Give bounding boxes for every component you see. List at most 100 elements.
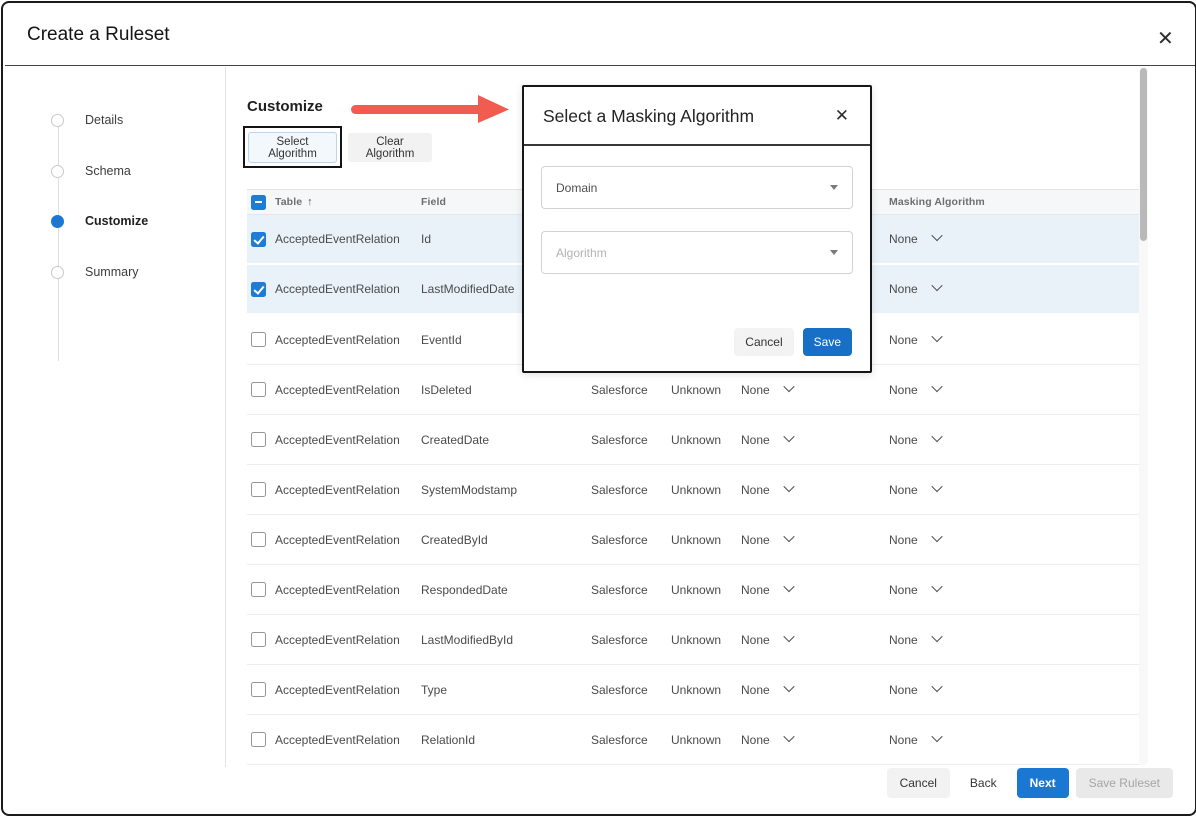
close-icon[interactable]: ✕ xyxy=(1157,29,1174,49)
cell-source: Salesforce xyxy=(591,415,648,464)
select-all-checkbox-indeterminate[interactable] xyxy=(251,195,266,210)
masking-value: None xyxy=(889,583,918,597)
masking-algorithm-dropdown[interactable]: None xyxy=(889,565,941,614)
table-row[interactable]: AcceptedEventRelation LastModifiedById S… xyxy=(247,615,1140,665)
back-button[interactable]: Back xyxy=(957,768,1010,798)
cell-field: CreatedDate xyxy=(421,415,489,464)
select-algorithm-button[interactable]: Select Algorithm xyxy=(248,132,337,163)
row-checkbox-cell[interactable] xyxy=(251,565,266,614)
step-details[interactable]: Details xyxy=(51,113,123,127)
column-header-table[interactable]: Table ↑ xyxy=(275,190,313,214)
domain-dropdown[interactable]: None xyxy=(741,465,793,514)
masking-value: None xyxy=(889,383,918,397)
domain-dropdown[interactable]: None xyxy=(741,665,793,714)
step-customize[interactable]: Customize xyxy=(51,214,148,228)
table-row[interactable]: AcceptedEventRelation CreatedById Salesf… xyxy=(247,515,1140,565)
modal-save-button[interactable]: Save xyxy=(803,328,852,356)
table-row[interactable]: AcceptedEventRelation RespondedDate Sale… xyxy=(247,565,1140,615)
cell-field: SystemModstamp xyxy=(421,465,517,514)
row-checkbox-cell[interactable] xyxy=(251,615,266,664)
row-checkbox[interactable] xyxy=(251,682,266,697)
row-checkbox[interactable] xyxy=(251,232,266,247)
domain-dropdown[interactable]: None xyxy=(741,565,793,614)
masking-algorithm-dropdown[interactable]: None xyxy=(889,715,941,764)
cell-field: IsDeleted xyxy=(421,365,472,414)
chevron-down-icon xyxy=(931,330,942,341)
table-row[interactable]: AcceptedEventRelation Type Salesforce Un… xyxy=(247,665,1140,715)
masking-algorithm-dropdown[interactable]: None xyxy=(889,365,941,414)
masking-algorithm-dropdown[interactable]: None xyxy=(889,265,941,313)
table-row[interactable]: AcceptedEventRelation CreatedDate Salesf… xyxy=(247,415,1140,465)
algorithm-select[interactable]: Algorithm xyxy=(541,231,853,274)
row-checkbox[interactable] xyxy=(251,632,266,647)
cell-field: LastModifiedById xyxy=(421,615,513,664)
sidebar-divider xyxy=(225,67,226,767)
row-checkbox[interactable] xyxy=(251,532,266,547)
cell-field: LastModifiedDate xyxy=(421,265,514,313)
row-checkbox-cell[interactable] xyxy=(251,315,266,364)
row-checkbox-cell[interactable] xyxy=(251,715,266,764)
algorithm-select-placeholder: Algorithm xyxy=(556,246,607,260)
select-all-cell[interactable] xyxy=(251,190,266,214)
row-checkbox[interactable] xyxy=(251,732,266,747)
row-checkbox-cell[interactable] xyxy=(251,415,266,464)
masking-algorithm-dropdown[interactable]: None xyxy=(889,665,941,714)
modal-cancel-button[interactable]: Cancel xyxy=(734,328,793,356)
clear-algorithm-button[interactable]: Clear Algorithm xyxy=(348,133,432,162)
masking-algorithm-dropdown[interactable]: None xyxy=(889,515,941,564)
row-checkbox-cell[interactable] xyxy=(251,365,266,414)
sort-asc-icon: ↑ xyxy=(307,196,313,208)
masking-algorithm-dropdown[interactable]: None xyxy=(889,615,941,664)
row-checkbox[interactable] xyxy=(251,432,266,447)
domain-dropdown[interactable]: None xyxy=(741,515,793,564)
cell-source: Salesforce xyxy=(591,665,648,714)
row-checkbox[interactable] xyxy=(251,482,266,497)
annotation-arrow-icon xyxy=(349,95,511,123)
domain-dropdown[interactable]: None xyxy=(741,615,793,664)
chevron-down-icon xyxy=(931,530,942,541)
row-checkbox[interactable] xyxy=(251,582,266,597)
domain-value: None xyxy=(741,433,770,447)
domain-dropdown[interactable]: None xyxy=(741,415,793,464)
column-header-field[interactable]: Field xyxy=(421,190,446,214)
row-checkbox[interactable] xyxy=(251,332,266,347)
step-schema[interactable]: Schema xyxy=(51,164,131,178)
modal-close-icon[interactable]: ✕ xyxy=(835,107,849,124)
table-row[interactable]: AcceptedEventRelation SystemModstamp Sal… xyxy=(247,465,1140,515)
cell-source: Salesforce xyxy=(591,465,648,514)
cell-type: Unknown xyxy=(671,615,721,664)
chevron-down-icon xyxy=(931,430,942,441)
row-checkbox-cell[interactable] xyxy=(251,465,266,514)
next-button[interactable]: Next xyxy=(1017,768,1069,798)
masking-algorithm-dropdown[interactable]: None xyxy=(889,215,941,263)
create-ruleset-dialog: Create a Ruleset ✕ Details Schema Custom… xyxy=(1,1,1196,816)
dialog-footer: Cancel Back Next Save Ruleset xyxy=(887,768,1173,798)
cell-field: RelationId xyxy=(421,715,475,764)
chevron-down-icon xyxy=(783,730,794,741)
table-row[interactable]: AcceptedEventRelation RelationId Salesfo… xyxy=(247,715,1140,765)
cancel-button[interactable]: Cancel xyxy=(887,768,950,798)
masking-algorithm-dropdown[interactable]: None xyxy=(889,315,941,364)
row-checkbox-cell[interactable] xyxy=(251,515,266,564)
domain-dropdown[interactable]: None xyxy=(741,715,793,764)
row-checkbox-cell[interactable] xyxy=(251,215,266,263)
cell-table: AcceptedEventRelation xyxy=(275,615,400,664)
domain-select[interactable]: Domain xyxy=(541,166,853,209)
row-checkbox-cell[interactable] xyxy=(251,665,266,714)
modal-divider xyxy=(524,144,870,146)
masking-algorithm-dropdown[interactable]: None xyxy=(889,415,941,464)
column-header-masking-algorithm[interactable]: Masking Algorithm xyxy=(889,190,985,214)
row-checkbox[interactable] xyxy=(251,382,266,397)
masking-value: None xyxy=(889,483,918,497)
cell-type: Unknown xyxy=(671,515,721,564)
masking-value: None xyxy=(889,433,918,447)
scrollbar-thumb[interactable] xyxy=(1140,68,1147,241)
step-summary[interactable]: Summary xyxy=(51,265,138,279)
domain-value: None xyxy=(741,533,770,547)
masking-algorithm-dropdown[interactable]: None xyxy=(889,465,941,514)
row-checkbox[interactable] xyxy=(251,282,266,297)
row-checkbox-cell[interactable] xyxy=(251,265,266,313)
chevron-down-icon xyxy=(783,530,794,541)
chevron-down-icon xyxy=(783,680,794,691)
dropdown-caret-icon xyxy=(830,185,838,190)
